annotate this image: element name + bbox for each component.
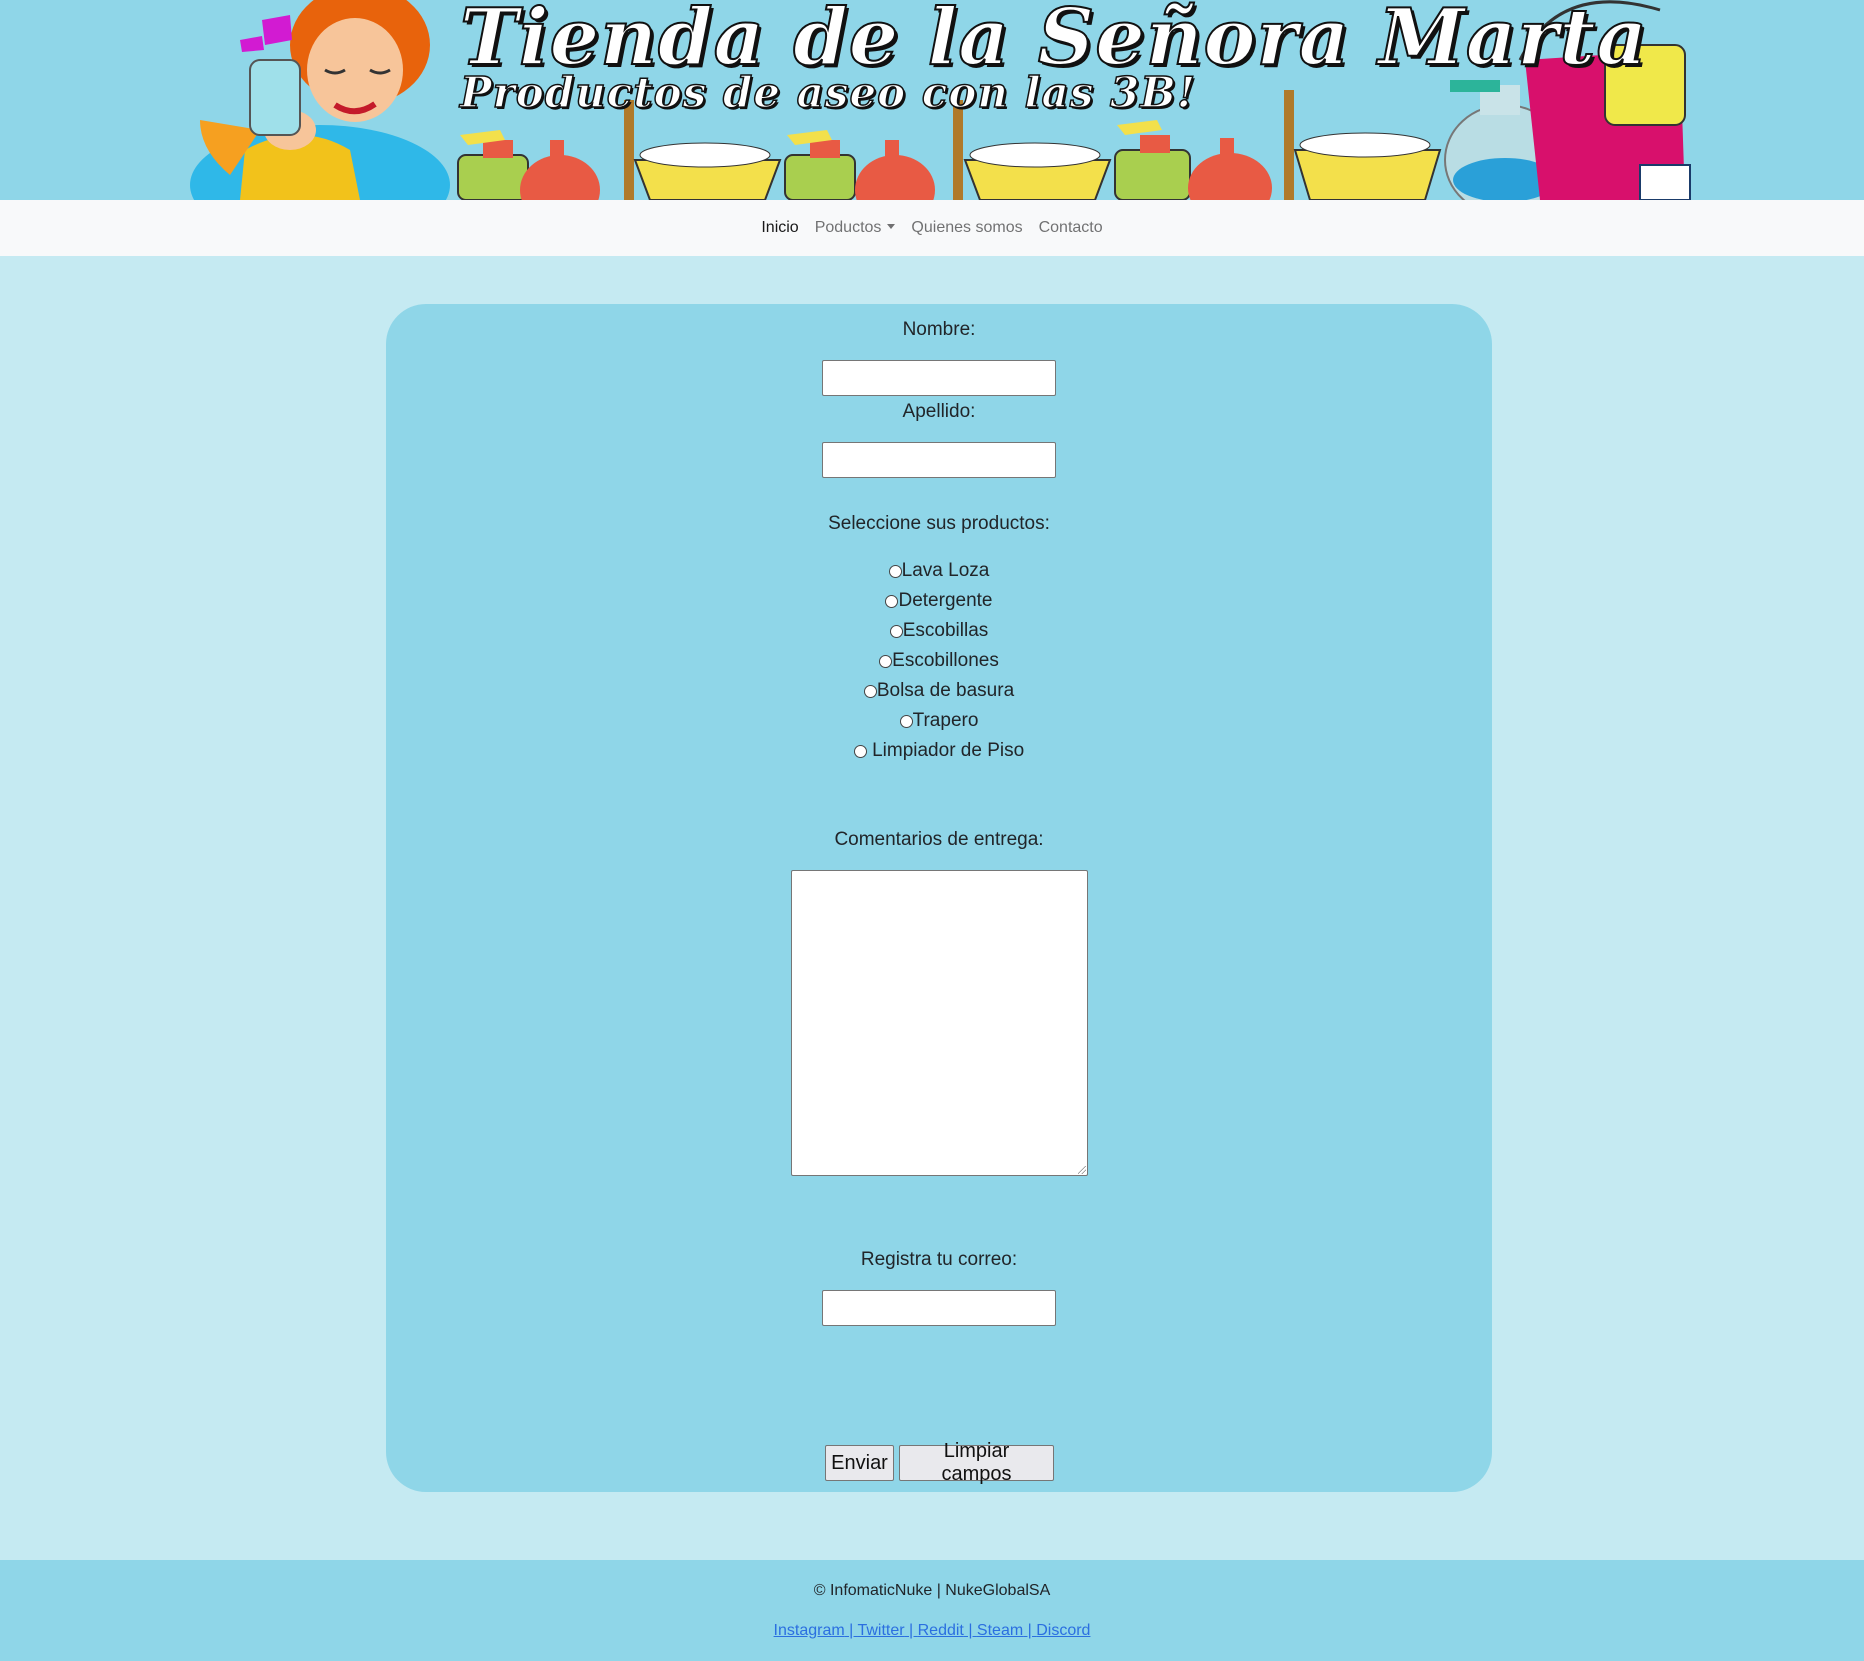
link-separator[interactable]: | [905,1622,918,1639]
limpiar-campos-button[interactable]: Limpiar campos [899,1440,1054,1485]
bottle-illustration-2 [784,130,856,200]
product-option[interactable]: Lava Loza [386,556,1492,586]
discord-link[interactable]: Discord [1036,1622,1090,1639]
order-form-card: Nombre: Apellido: Seleccione sus product… [386,304,1492,1492]
product-option[interactable]: Bolsa de basura [386,676,1492,706]
comentarios-wrapper [791,870,1088,1176]
product-option-label: Escobillones [892,650,999,671]
radio-button[interactable] [889,624,903,638]
radio-button[interactable] [885,594,899,608]
header-banner: Tienda de la Señora Marta Productos de a… [0,0,1864,200]
product-option-label: Lava Loza [901,560,990,581]
instagram-link[interactable]: Instagram [774,1622,845,1639]
product-option-label: Bolsa de basura [876,680,1015,701]
product-option-label: Trapero [912,710,979,731]
radio-button[interactable] [888,564,902,578]
chevron-down-icon [887,224,896,229]
social-links: Instagram | Twitter | Reddit | Steam | D… [0,1622,1864,1640]
reddit-link[interactable]: Reddit [918,1622,964,1639]
apellido-label: Apellido: [902,401,976,422]
product-option[interactable]: Detergente [386,586,1492,616]
tub-illustration-2 [963,142,1112,200]
jug-illustration-1 [520,140,600,200]
nombre-label: Nombre: [902,319,976,340]
link-separator[interactable]: | [1023,1622,1036,1639]
nav-dropdown-productos[interactable]: Poductos [815,219,896,237]
product-option-label: Limpiador de Piso [866,740,1025,761]
bottle-illustration-3 [1114,120,1191,200]
link-separator[interactable]: | [964,1622,977,1639]
radio-button[interactable] [853,744,867,758]
nombre-input[interactable] [822,360,1056,396]
tub-illustration-3 [1293,132,1442,200]
comentarios-label: Comentarios de entrega: [834,829,1044,850]
twitter-link[interactable]: Twitter [857,1622,904,1639]
woman-illustration [190,0,450,200]
radio-button[interactable] [879,654,893,668]
radio-button[interactable] [863,684,877,698]
copyright-text: © InfomaticNuke | NukeGlobalSA [813,1582,1051,1599]
page-footer: © InfomaticNuke | NukeGlobalSA Instagram… [0,1560,1864,1661]
comentarios-textarea[interactable] [791,870,1088,1176]
productos-label: Seleccione sus productos: [828,513,1050,534]
radio-button[interactable] [899,714,913,728]
tub-illustration-1 [633,142,782,200]
nav-link-quienes-somos[interactable]: Quienes somos [911,219,1022,237]
product-option[interactable]: Limpiador de Piso [386,736,1492,766]
correo-label: Registra tu correo: [860,1249,1018,1270]
product-option[interactable]: Escobillas [386,616,1492,646]
mop-handle-3 [1284,90,1294,200]
nav-link-inicio[interactable]: Inicio [761,219,798,237]
product-option-label: Escobillas [902,620,989,641]
link-separator[interactable]: | [845,1622,858,1639]
steam-link[interactable]: Steam [977,1622,1023,1639]
bottle-illustration-1 [457,130,529,200]
apellido-input[interactable] [822,442,1056,478]
correo-input[interactable] [822,1290,1056,1326]
nav-dropdown-label: Poductos [814,219,882,236]
product-option-label: Detergente [898,590,993,611]
resize-handle-icon[interactable] [1078,1166,1086,1174]
banner-subtitle: Productos de aseo con las 3B! [459,67,1197,118]
jug-illustration-2 [855,140,935,200]
enviar-button[interactable]: Enviar [825,1445,894,1481]
nav-link-contacto[interactable]: Contacto [1039,219,1103,237]
main-navbar: Inicio Poductos Quienes somos Contacto [0,200,1864,256]
product-option[interactable]: Escobillones [386,646,1492,676]
jug-illustration-3 [1188,138,1272,200]
product-option[interactable]: Trapero [386,706,1492,736]
